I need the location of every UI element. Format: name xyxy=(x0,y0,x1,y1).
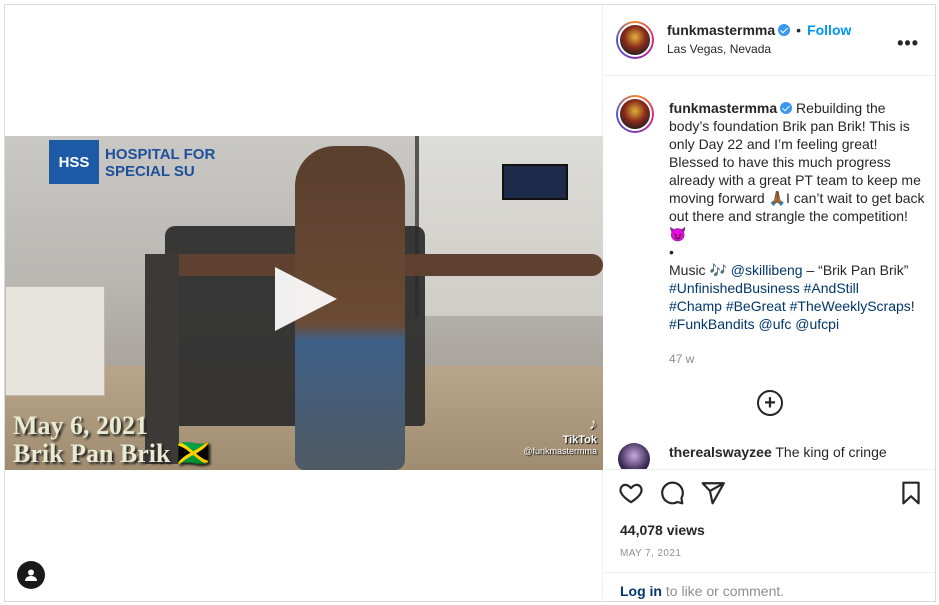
post-location[interactable]: Las Vegas, Nevada xyxy=(667,42,771,56)
login-prompt: Log in to like or comment. xyxy=(604,572,935,602)
video-date-text: May 6, 2021 xyxy=(13,411,149,440)
caption-author-avatar[interactable] xyxy=(616,95,654,133)
share-button[interactable] xyxy=(700,480,726,506)
video-mirror xyxy=(415,136,603,316)
post-date[interactable]: MAY 7, 2021 xyxy=(620,548,681,559)
caption-music-suffix: – “Brik Pan Brik” xyxy=(802,262,909,278)
tiktok-handle: @funkmastermma xyxy=(523,446,597,456)
bookmark-icon xyxy=(902,481,920,505)
comment-item: therealswayzee The king of cringe xyxy=(669,444,887,460)
send-icon xyxy=(701,482,725,505)
hashtag-begreat[interactable]: #BeGreat xyxy=(726,298,786,314)
plus-icon: + xyxy=(764,392,776,414)
tagged-users-button[interactable] xyxy=(17,561,45,589)
play-icon[interactable] xyxy=(275,267,337,331)
video-date-overlay: May 6, 2021 Brik Pan Brik 🇯🇲 xyxy=(13,412,209,468)
post-header: funkmastermma • Follow Las Vegas, Nevada •… xyxy=(604,5,935,76)
author-avatar[interactable] xyxy=(616,21,654,59)
action-bar: 44,078 views MAY 7, 2021 Log in to like … xyxy=(604,469,935,601)
more-options-icon[interactable]: ••• xyxy=(897,33,919,54)
media-panel: HSS HOSPITAL FOR SPECIAL SU May 6, 2021 … xyxy=(5,5,603,601)
caption-music-prefix: Music 🎶 xyxy=(669,262,731,278)
tiktok-label: TikTok xyxy=(562,434,597,446)
mention-ufc[interactable]: @ufc xyxy=(759,316,792,332)
hashtag-theweeklyscraps[interactable]: #TheWeeklyScraps xyxy=(790,298,911,314)
commenter-username[interactable]: therealswayzee xyxy=(669,444,772,460)
tiktok-watermark: ♪ TikTok @funkmastermma xyxy=(523,416,597,456)
login-prompt-text: to like or comment. xyxy=(662,583,785,599)
like-button[interactable] xyxy=(618,480,644,506)
hashtag-andstill[interactable]: #AndStill xyxy=(804,280,859,296)
login-link[interactable]: Log in xyxy=(620,583,662,599)
comment-text: The king of cringe xyxy=(771,444,887,460)
header-user-line: funkmastermma • Follow xyxy=(667,22,851,38)
side-panel: funkmastermma • Follow Las Vegas, Nevada •… xyxy=(604,5,935,601)
caption-bullet: • xyxy=(669,244,674,260)
caption-username[interactable]: funkmastermma xyxy=(669,100,777,116)
commenter-avatar[interactable] xyxy=(618,443,650,469)
heart-icon xyxy=(619,483,643,504)
mention-ufcpi[interactable]: @ufcpi xyxy=(795,316,839,332)
hashtag-funkbandits[interactable]: #FunkBandits xyxy=(669,316,755,332)
caption-exclaim: ! xyxy=(910,298,915,314)
verified-icon xyxy=(778,24,791,36)
user-icon xyxy=(25,569,37,581)
video-cabinet xyxy=(5,286,105,396)
load-more-comments-button[interactable]: + xyxy=(757,390,783,416)
save-button[interactable] xyxy=(898,480,924,506)
caption-timestamp[interactable]: 47 w xyxy=(669,352,694,366)
post-caption: funkmastermma Rebuilding the body’s foun… xyxy=(669,99,927,333)
mention-skillibeng[interactable]: @skillibeng xyxy=(731,262,803,278)
view-count[interactable]: 44,078 views xyxy=(620,522,705,538)
hashtag-champ[interactable]: #Champ xyxy=(669,298,722,314)
author-username[interactable]: funkmastermma xyxy=(667,22,775,38)
comments-section: funkmastermma Rebuilding the body’s foun… xyxy=(604,77,935,469)
tiktok-icon: ♪ xyxy=(589,416,597,433)
hashtag-unfinishedbusiness[interactable]: #UnfinishedBusiness xyxy=(669,280,800,296)
video-tv xyxy=(502,164,568,200)
sign-text: HOSPITAL FOR SPECIAL SU xyxy=(105,146,216,180)
comment-button[interactable] xyxy=(659,480,685,506)
video-subtitle-text: Brik Pan Brik 🇯🇲 xyxy=(13,439,210,468)
sign-hss-logo: HSS xyxy=(49,140,99,184)
post-container: HSS HOSPITAL FOR SPECIAL SU May 6, 2021 … xyxy=(4,4,936,602)
comment-icon xyxy=(661,481,684,505)
caption-text: Rebuilding the body’s foundation Brik pa… xyxy=(669,100,925,242)
header-separator: • xyxy=(796,22,802,38)
video-sign: HSS HOSPITAL FOR SPECIAL SU xyxy=(49,140,269,190)
follow-button[interactable]: Follow xyxy=(807,22,851,38)
verified-icon xyxy=(780,102,793,114)
